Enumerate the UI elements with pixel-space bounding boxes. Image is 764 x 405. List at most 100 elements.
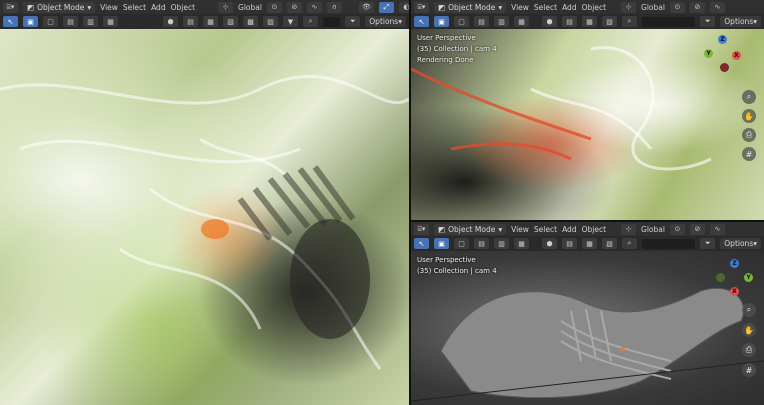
shading-icon[interactable]: ⬢	[163, 16, 178, 27]
search-icon[interactable]: ⌕	[622, 16, 637, 27]
editor-type-icon[interactable]: ⌸▾	[414, 1, 429, 13]
axis-z-handle[interactable]: Z	[718, 35, 727, 44]
layers-icon[interactable]: ▧	[223, 16, 238, 27]
display-icon[interactable]: ▤	[562, 238, 577, 249]
select-extend-icon[interactable]: ▢	[454, 16, 469, 27]
navigation-gizmo[interactable]: Z X Y	[702, 35, 742, 75]
orientation-label[interactable]: Global	[641, 3, 665, 12]
camera-view-icon[interactable]: ▦	[203, 16, 218, 27]
visibility-icon[interactable]: 👁	[358, 1, 374, 13]
select-tool-icon[interactable]: ↖	[414, 238, 429, 249]
left-viewport-area[interactable]: ⌸▾ ◩ Object Mode ▾ View Select Add Object …	[0, 0, 409, 405]
editor-type-icon[interactable]: ⌸▾	[414, 223, 429, 235]
transform-orientation-icon[interactable]: ⊹	[621, 1, 637, 13]
select-intersect-icon[interactable]: ▦	[514, 238, 529, 249]
viewport-render[interactable]: User Perspective (35) Collection | cam 4…	[411, 29, 764, 220]
zoom-icon[interactable]: ⌕	[742, 303, 756, 317]
options-dropdown[interactable]: Options ▾	[720, 16, 761, 27]
menu-view[interactable]: View	[511, 3, 529, 12]
search-icon[interactable]: ⌕	[303, 16, 318, 27]
select-subtract-icon[interactable]: ▤	[474, 238, 489, 249]
viewport-solid[interactable]: User Perspective (35) Collection | cam 4…	[411, 251, 764, 405]
pivot-icon[interactable]: ⊙	[669, 1, 685, 13]
display-icon[interactable]: ▤	[562, 16, 577, 27]
grid-icon[interactable]: #	[742, 147, 756, 161]
camera-icon[interactable]: ⎙	[742, 128, 756, 142]
transform-orientation-icon[interactable]: ⊹	[621, 223, 637, 235]
navigation-gizmo[interactable]: Z Y X	[714, 259, 754, 299]
axis-x-handle[interactable]: X	[730, 287, 739, 296]
menu-select[interactable]: Select	[534, 3, 557, 12]
select-subtract-icon[interactable]: ▤	[63, 16, 78, 27]
menu-add[interactable]: Add	[562, 3, 577, 12]
shading-icon[interactable]: ⬢	[542, 238, 557, 249]
hand-icon[interactable]: ✋	[742, 109, 756, 123]
snap-icon[interactable]: ⊘	[286, 1, 302, 13]
zoom-icon[interactable]: ⌕	[742, 90, 756, 104]
grid-icon[interactable]: #	[742, 363, 756, 377]
mode-selector[interactable]: ◩ Object Mode ▾	[434, 223, 507, 235]
select-invert-icon[interactable]: ▥	[494, 16, 509, 27]
shading-icon[interactable]: ⬢	[542, 16, 557, 27]
viewport-render[interactable]	[0, 29, 409, 405]
select-intersect-icon[interactable]: ▦	[103, 16, 118, 27]
menu-select[interactable]: Select	[123, 3, 146, 12]
menu-object[interactable]: Object	[171, 3, 195, 12]
axis-z-handle[interactable]: Z	[730, 259, 739, 268]
axis-y-handle[interactable]: Y	[704, 49, 713, 58]
search-input[interactable]	[642, 238, 696, 249]
overlay-icon[interactable]: ◐	[398, 1, 409, 13]
camera-view-icon[interactable]: ▦	[582, 238, 597, 249]
mode-selector[interactable]: ◩ Object Mode ▾	[23, 1, 96, 13]
search-input[interactable]	[642, 16, 696, 27]
select-box-icon[interactable]: ▣	[23, 16, 38, 27]
select-intersect-icon[interactable]: ▦	[514, 16, 529, 27]
filter-funnel-icon[interactable]: ⏷	[700, 238, 716, 249]
select-tool-icon[interactable]: ↖	[414, 16, 429, 27]
select-box-icon[interactable]: ▣	[434, 16, 449, 27]
falloff-icon[interactable]: ∩	[326, 1, 342, 13]
menu-object[interactable]: Object	[582, 225, 606, 234]
select-tool-icon[interactable]: ↖	[3, 16, 18, 27]
select-invert-icon[interactable]: ▥	[494, 238, 509, 249]
top-right-viewport-area[interactable]: ⌸▾ ◩ Object Mode ▾ View Select Add Object …	[411, 0, 764, 220]
render-region-icon[interactable]: ▩	[243, 16, 258, 27]
axis-neg-handle[interactable]	[720, 63, 729, 72]
proportional-icon[interactable]: ∿	[709, 1, 725, 13]
menu-select[interactable]: Select	[534, 225, 557, 234]
snap-icon[interactable]: ⊘	[689, 1, 705, 13]
proportional-icon[interactable]: ∿	[306, 1, 322, 13]
axis-neg-handle[interactable]	[716, 273, 725, 282]
pivot-icon[interactable]: ⊙	[669, 223, 685, 235]
orientation-label[interactable]: Global	[641, 225, 665, 234]
transform-orientation-icon[interactable]: ⊹	[218, 1, 234, 13]
axis-y-handle[interactable]: Y	[744, 273, 753, 282]
pivot-icon[interactable]: ⊙	[266, 1, 282, 13]
options-dropdown[interactable]: Options ▾	[365, 16, 406, 27]
collections-icon[interactable]: ▨	[263, 16, 278, 27]
bottom-right-viewport-area[interactable]: ⌸▾ ◩ Object Mode ▾ View Select Add Object …	[411, 222, 764, 405]
gizmo-toggle-icon[interactable]: ⤢	[378, 1, 394, 13]
select-extend-icon[interactable]: ▢	[43, 16, 58, 27]
select-extend-icon[interactable]: ▢	[454, 238, 469, 249]
layers-icon[interactable]: ▧	[602, 16, 617, 27]
orientation-label[interactable]: Global	[238, 3, 262, 12]
layers-icon[interactable]: ▧	[602, 238, 617, 249]
menu-add[interactable]: Add	[151, 3, 166, 12]
proportional-icon[interactable]: ∿	[709, 223, 725, 235]
axis-x-handle[interactable]: X	[732, 51, 741, 60]
filter-funnel-icon[interactable]: ⏷	[345, 16, 361, 27]
hand-icon[interactable]: ✋	[742, 323, 756, 337]
menu-add[interactable]: Add	[562, 225, 577, 234]
editor-type-icon[interactable]: ⌸▾	[3, 1, 18, 13]
select-box-icon[interactable]: ▣	[434, 238, 449, 249]
select-invert-icon[interactable]: ▥	[83, 16, 98, 27]
mode-selector[interactable]: ◩ Object Mode ▾	[434, 1, 507, 13]
filter-icon[interactable]: ▼	[283, 16, 298, 27]
filter-funnel-icon[interactable]: ⏷	[700, 16, 716, 27]
menu-view[interactable]: View	[100, 3, 118, 12]
select-subtract-icon[interactable]: ▤	[474, 16, 489, 27]
camera-icon[interactable]: ⎙	[742, 343, 756, 357]
menu-object[interactable]: Object	[582, 3, 606, 12]
search-input[interactable]	[323, 16, 341, 27]
